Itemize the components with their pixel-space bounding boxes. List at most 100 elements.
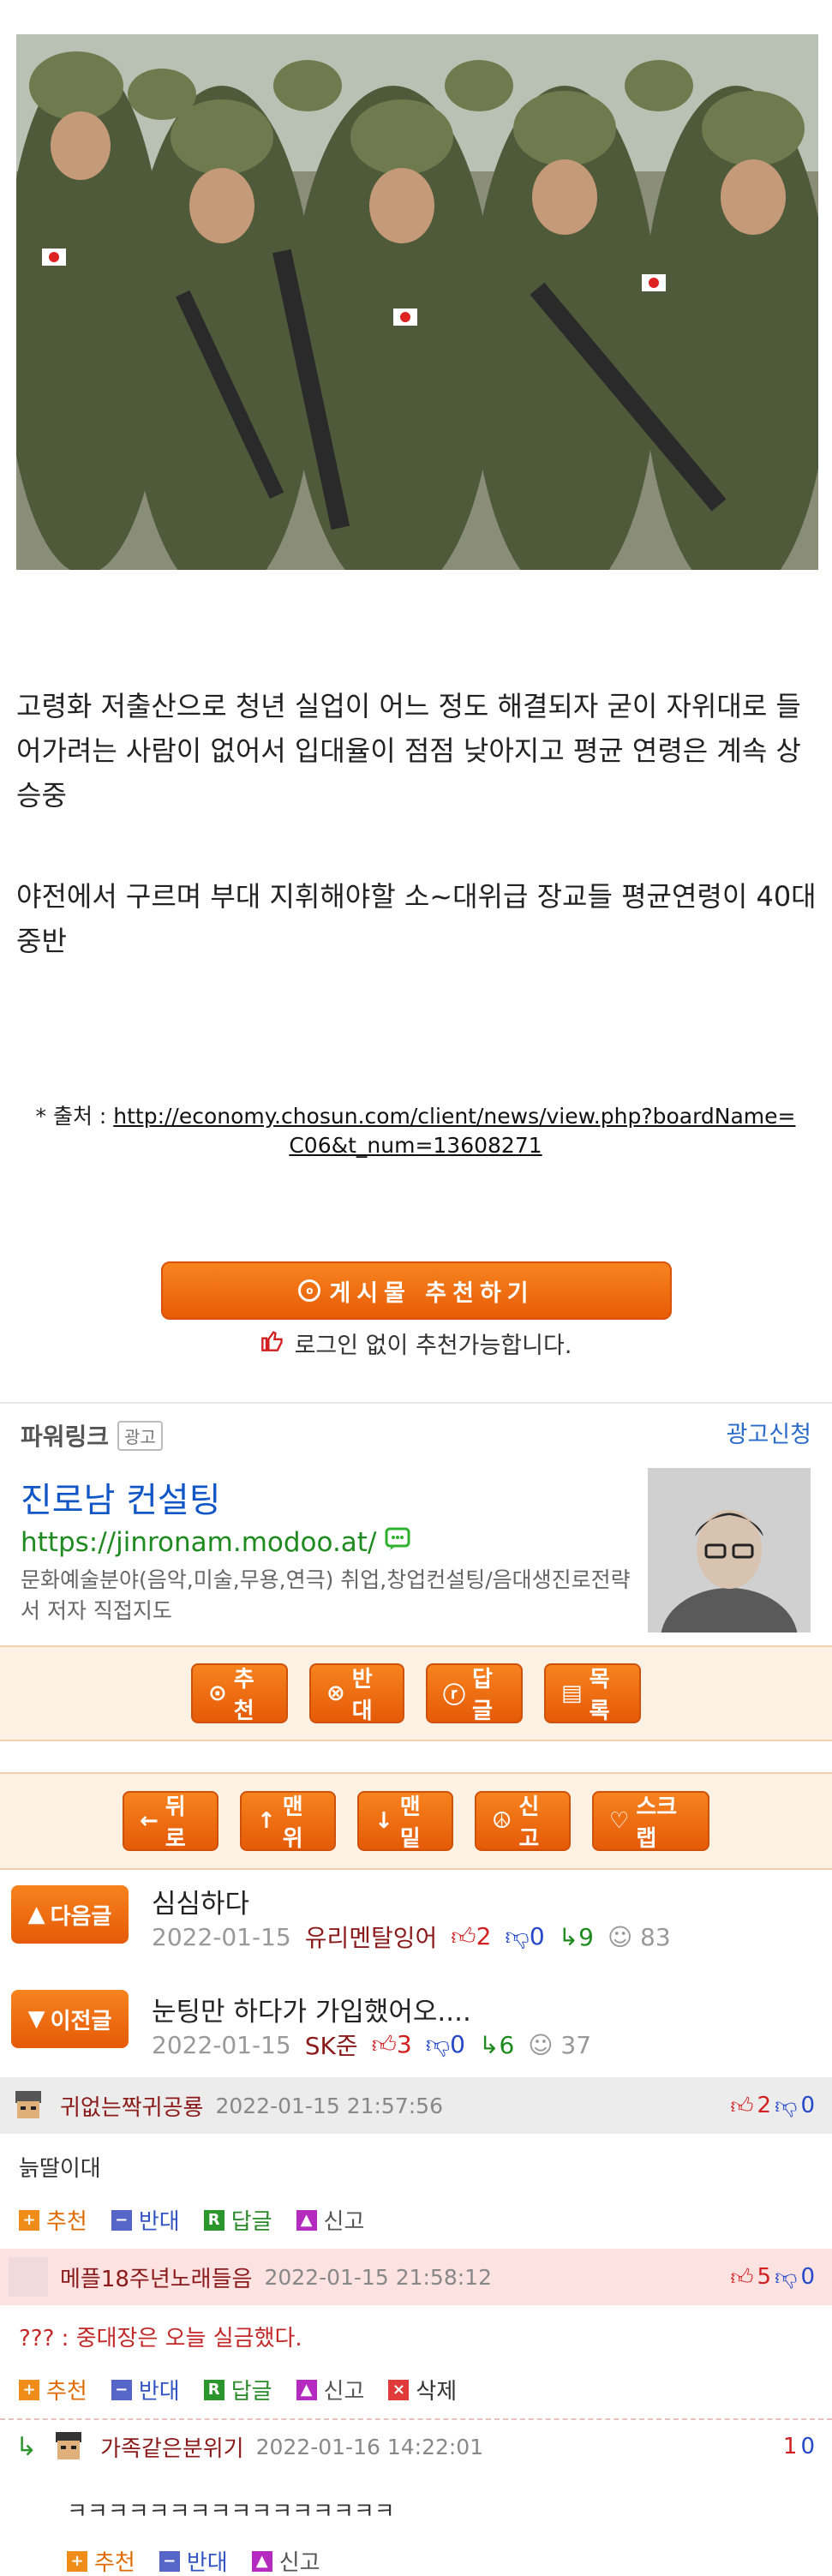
- login-note: 로그인 없이 추천가능합니다.: [0, 1327, 832, 1360]
- prev-post-author: SK준: [304, 2032, 358, 2060]
- comment-down-count: 0: [800, 2434, 815, 2459]
- scroll-top-button[interactable]: ↑ 맨위: [240, 1791, 336, 1852]
- ad-title[interactable]: 진로남 컨설팅: [21, 1472, 221, 1522]
- comment-reply[interactable]: R 답글: [203, 2374, 272, 2405]
- source-link[interactable]: http://economy.chosun.com/client/news/vi…: [113, 1104, 795, 1158]
- next-post-button[interactable]: ▲ 다음글: [11, 1885, 129, 1944]
- thumbs-down-icon: 👎︎: [775, 2093, 798, 2119]
- prev-post-replies: ↳6: [479, 2031, 514, 2059]
- comment-report[interactable]: ▲ 신고: [251, 2545, 320, 2576]
- oppose-button-label: 반대: [351, 1667, 373, 1724]
- comment-reply[interactable]: R 답글: [203, 2204, 272, 2236]
- comment-votes: 👍︎ 5 👎︎ 0: [730, 2264, 815, 2291]
- next-post-replies: ↳9: [559, 1923, 594, 1951]
- reply-r-icon: R: [203, 2209, 224, 2231]
- list-button[interactable]: ▤ 목록: [544, 1663, 641, 1724]
- source-prefix: * 출처 :: [35, 1104, 114, 1129]
- comment-author[interactable]: 가족같은분위기: [100, 2431, 243, 2463]
- prev-post-reply-count: 6: [499, 2030, 515, 2059]
- plus-icon: +: [19, 2379, 39, 2400]
- triangle-up-icon: ▲: [27, 1902, 45, 1927]
- comment-recommend[interactable]: + 추천: [19, 2374, 87, 2405]
- recommend-icon: ⊙: [208, 1680, 227, 1706]
- heart-icon: ♡: [609, 1808, 630, 1834]
- reply-button-label: 답글: [472, 1667, 493, 1724]
- comment-report[interactable]: ▲ 신고: [296, 2204, 364, 2236]
- ad-apply-link[interactable]: 광고신청: [727, 1416, 811, 1449]
- reply-icon: ⓡ: [443, 1682, 466, 1709]
- comment-text: 늙딸이대: [19, 2156, 101, 2182]
- comment-actions: + 추천 − 반대 R 답글 ▲ 신고: [19, 2204, 364, 2236]
- comment-author[interactable]: 메플18주년노래들음: [60, 2261, 252, 2293]
- comment-delete[interactable]: × 삭제: [388, 2374, 457, 2405]
- prev-post-button[interactable]: ▼ 이전글: [11, 1990, 129, 2048]
- reply-arrow-icon: ↳: [15, 2431, 38, 2462]
- comment-header: 메플18주년노래들음 2022-01-15 21:58:12 👍︎ 5 👎︎ 0: [0, 2249, 832, 2305]
- prev-post-row[interactable]: ▼ 이전글 눈팅만 하다가 가입했어오.... 2022-01-15 SK준 👍…: [0, 1973, 832, 2067]
- divider: [0, 1402, 832, 1404]
- comment-recommend[interactable]: + 추천: [67, 2545, 135, 2576]
- minus-icon: −: [159, 2550, 180, 2572]
- next-post-row[interactable]: ▲ 다음글 심심하다 2022-01-15 유리멘탈잉어 👍︎2 👎︎0 ↳9 …: [0, 1877, 832, 1969]
- comment-up-count: 1: [782, 2434, 798, 2459]
- navigation-bar: ← 뒤로 ↑ 맨위 ↓ 맨밑 ☮ 신고 ♡ 스크랩: [0, 1772, 832, 1870]
- oppose-icon: ⊗: [326, 1680, 345, 1706]
- comment-down-count: 0: [800, 2093, 815, 2118]
- comment-time: 2022-01-15 21:58:12: [264, 2264, 492, 2290]
- prev-post-views: ☺ 37: [528, 2031, 591, 2059]
- list-icon: ▤: [561, 1680, 583, 1706]
- prev-post-title[interactable]: 눈팅만 하다가 가입했어오....: [152, 1990, 471, 2028]
- delete-x-icon: ×: [388, 2379, 410, 2400]
- oppose-button[interactable]: ⊗ 반대: [309, 1663, 404, 1724]
- comment-down-count: 0: [800, 2264, 815, 2290]
- prev-post-view-count: 37: [560, 2030, 592, 2059]
- next-post-views: ☺ 83: [608, 1923, 671, 1951]
- next-post-date: 2022-01-15: [152, 1922, 291, 1951]
- reply-arrow-icon: ↳: [558, 1922, 579, 1951]
- comment-recommend[interactable]: + 추천: [19, 2204, 87, 2236]
- thumbs-up-icon: 👍︎: [730, 2093, 754, 2119]
- next-post-title[interactable]: 심심하다: [152, 1882, 249, 1920]
- recommend-post-button[interactable]: o 게시물 추천하기: [161, 1261, 672, 1320]
- next-post-down: 👎︎0: [505, 1922, 544, 1951]
- comment-oppose[interactable]: − 반대: [159, 2545, 228, 2576]
- prev-post-up-count: 3: [396, 2030, 412, 2058]
- reply-r-icon: R: [203, 2379, 224, 2400]
- talk-icon: [385, 1527, 410, 1558]
- views-icon: ☺: [607, 1922, 633, 1951]
- triangle-down-icon: ▼: [27, 2006, 45, 2032]
- comment-oppose[interactable]: − 반대: [111, 2204, 180, 2236]
- ad-url[interactable]: https://jinronam.modoo.at/: [21, 1527, 410, 1558]
- comment-text: ㅋㅋㅋㅋㅋㅋㅋㅋㅋㅋㅋㅋㅋㅋㅋㅋ: [67, 2499, 395, 2525]
- comment-header: ↳ 가족같은분위기 2022-01-16 14:22:01 1 0: [0, 2418, 832, 2475]
- comment-recommend-label: 추천: [46, 2209, 87, 2235]
- next-post-up: 👍︎2: [451, 1922, 491, 1951]
- back-button[interactable]: ← 뒤로: [123, 1791, 218, 1852]
- scrap-button[interactable]: ♡ 스크랩: [592, 1791, 709, 1852]
- report-button[interactable]: ☮ 신고: [475, 1791, 571, 1852]
- scroll-bottom-button[interactable]: ↓ 맨밑: [357, 1791, 453, 1852]
- article-paragraph-2: 야전에서 구르며 부대 지휘해야할 소~대위급 장교들 평균연령이 40대 중반: [16, 880, 817, 957]
- report-button-label: 신고: [518, 1794, 540, 1852]
- comment-author[interactable]: 귀없는짝귀공룡: [60, 2090, 203, 2122]
- comment-oppose[interactable]: − 반대: [111, 2374, 180, 2405]
- comment-report[interactable]: ▲ 신고: [296, 2374, 364, 2405]
- ad-description: 문화예술분야(음악,미술,무용,연극) 취업,창업컨설팅/음대생진로전략서 저자…: [21, 1567, 631, 1623]
- comment-actions: + 추천 − 반대 ▲ 신고: [67, 2545, 320, 2576]
- article-photo: [16, 34, 818, 570]
- powerlink-title: 파워링크: [21, 1423, 110, 1451]
- circle-o-icon: o: [298, 1279, 321, 1302]
- comment-oppose-label: 반대: [138, 2379, 180, 2405]
- avatar: [9, 2086, 48, 2125]
- arrow-up-icon: ↑: [257, 1808, 276, 1834]
- prev-post-date: 2022-01-15: [152, 2030, 291, 2059]
- avatar: [9, 2257, 48, 2297]
- report-icon: ☮: [492, 1808, 512, 1834]
- recommend-button[interactable]: ⊙ 추천: [191, 1663, 288, 1724]
- scroll-top-label: 맨위: [282, 1794, 303, 1852]
- login-note-text: 로그인 없이 추천가능합니다.: [294, 1333, 572, 1359]
- ad-thumbnail[interactable]: [648, 1468, 811, 1632]
- reply-button[interactable]: ⓡ 답글: [426, 1663, 523, 1724]
- views-icon: ☺: [528, 2030, 554, 2059]
- thumbs-up-icon: 👍︎: [730, 2264, 754, 2291]
